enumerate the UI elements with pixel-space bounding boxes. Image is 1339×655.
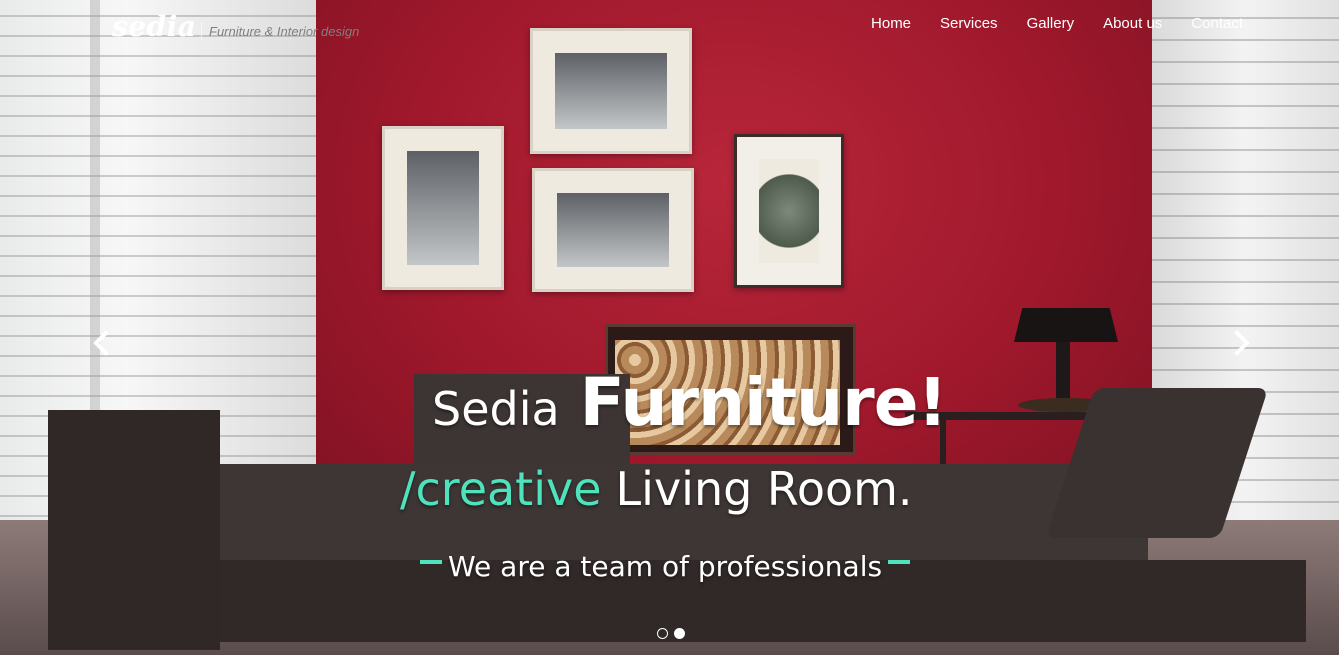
sofa-arm (48, 410, 220, 650)
accent-dash (420, 560, 442, 564)
nav-gallery[interactable]: Gallery (1027, 15, 1075, 32)
nav-home[interactable]: Home (871, 15, 911, 32)
nav-about-us[interactable]: About us (1103, 15, 1162, 32)
picture-frame (382, 126, 504, 290)
navbar: sedia Furniture & Interior design Home S… (0, 0, 1339, 50)
carousel-dot-2[interactable] (674, 628, 685, 639)
tagline: Furniture & Interior design (209, 24, 360, 39)
logo[interactable]: sedia (112, 10, 196, 43)
carousel-indicators (657, 628, 685, 639)
hero-subheading-text: Living Room. (615, 462, 913, 516)
accent-dash (888, 560, 911, 564)
hero-heading: Sedia Furniture! (432, 364, 948, 441)
lamp-stem (1056, 342, 1070, 406)
picture-frame (734, 134, 844, 288)
main-nav: Home Services Gallery About us Contact (871, 15, 1243, 32)
logo-separator (201, 22, 202, 40)
hero-subheading: /creative Living Room. (400, 462, 913, 516)
nav-contact[interactable]: Contact (1191, 15, 1243, 32)
hero-tagline-text: We are a team of professionals (448, 550, 883, 583)
hero-accent-text: /creative (400, 462, 602, 516)
carousel-next-button[interactable] (1230, 328, 1254, 358)
picture-frame (532, 168, 694, 292)
lamp-shade (1014, 308, 1118, 342)
nav-services[interactable]: Services (940, 15, 998, 32)
hero-product: Furniture! (579, 364, 948, 441)
carousel-dot-1[interactable] (657, 628, 668, 639)
chevron-left-icon (93, 330, 109, 356)
carousel-prev-button[interactable] (89, 328, 113, 358)
hero-tagline: We are a team of professionals (420, 550, 911, 583)
hero-brand: Sedia (432, 382, 560, 436)
chevron-right-icon (1234, 330, 1250, 356)
